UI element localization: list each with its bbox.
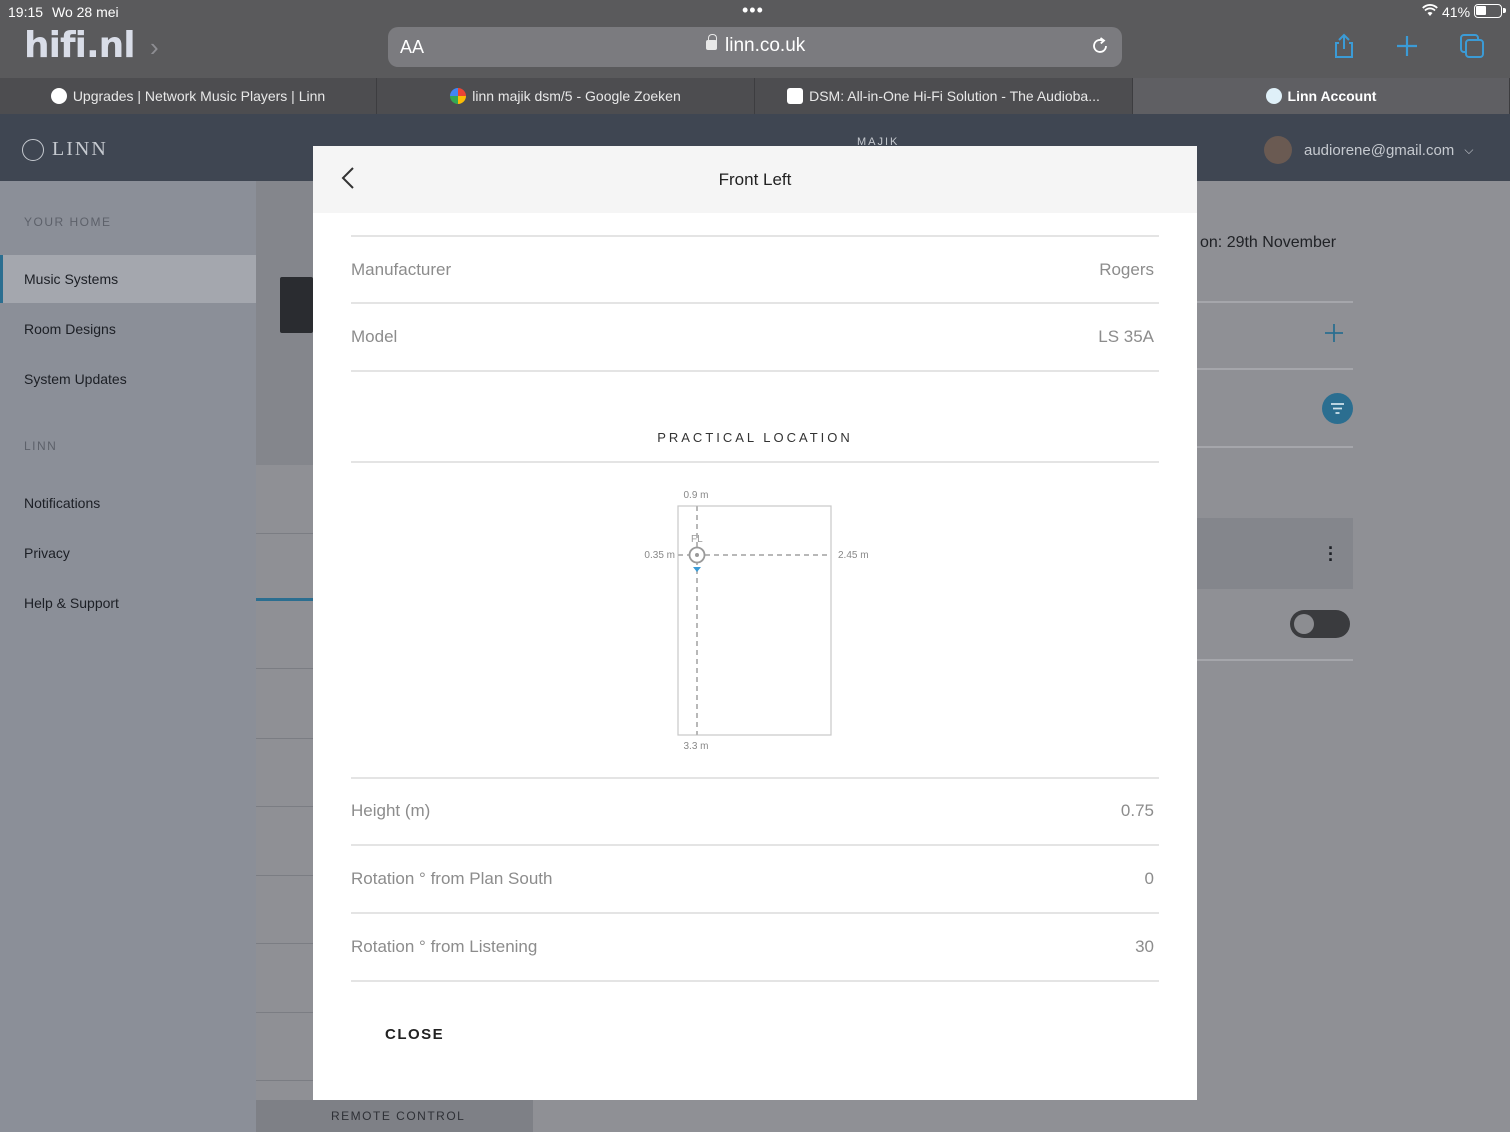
divider bbox=[351, 302, 1159, 304]
chevron-down-icon: ⌵ bbox=[1464, 142, 1474, 157]
reload-icon[interactable] bbox=[1090, 36, 1110, 56]
watermark-logo: hifi.nl bbox=[24, 25, 136, 66]
status-time: 19:15 bbox=[8, 4, 44, 20]
forward-chevron-icon[interactable]: › bbox=[150, 32, 159, 63]
rotation-listening-value[interactable]: 30 bbox=[1135, 937, 1154, 957]
divider bbox=[1197, 368, 1353, 370]
room-plan-diagram: FL 0.9 m 0.35 m 2.45 m 3.3 m bbox=[644, 490, 869, 752]
user-menu[interactable]: audiorene@gmail.com ⌵ bbox=[1264, 136, 1473, 164]
manufacturer-label: Manufacturer bbox=[351, 260, 452, 279]
browser-tab-audiobase[interactable]: DSM: All-in-One Hi-Fi Solution - The Aud… bbox=[755, 78, 1133, 114]
linn-mark-icon bbox=[22, 138, 44, 161]
sidebar-item-help-support[interactable]: Help & Support bbox=[0, 579, 256, 627]
battery-icon bbox=[1474, 4, 1506, 18]
browser-tab-linn-upgrades[interactable]: Upgrades | Network Music Players | Linn bbox=[0, 78, 377, 114]
divider bbox=[351, 980, 1159, 982]
tab-bar: Upgrades | Network Music Players | Linn … bbox=[0, 78, 1510, 114]
sidebar: YOUR HOME Music Systems Room Designs Sys… bbox=[0, 181, 256, 1132]
linn-logo-text: LINN bbox=[52, 138, 108, 160]
linn-logo[interactable]: LINN bbox=[22, 138, 108, 161]
avatar bbox=[1264, 136, 1292, 164]
divider bbox=[351, 844, 1159, 846]
linn-favicon-icon bbox=[1265, 88, 1282, 104]
filter-button[interactable] bbox=[1322, 393, 1353, 424]
tab-overview-icon[interactable] bbox=[1458, 32, 1486, 60]
active-tab-indicator bbox=[256, 598, 313, 601]
sidebar-section-home: YOUR HOME bbox=[24, 215, 112, 229]
rotation-plan-south-label: Rotation ° from Plan South bbox=[351, 869, 553, 888]
modal-title: Front Left bbox=[718, 170, 792, 189]
multitasking-dots-icon[interactable]: ••• bbox=[742, 0, 764, 21]
section-title-practical-location: PRACTICAL LOCATION bbox=[657, 430, 853, 445]
wifi-icon bbox=[1422, 4, 1438, 16]
browser-tab-google[interactable]: linn majik dsm/5 - Google Zoeken bbox=[377, 78, 755, 114]
divider bbox=[351, 461, 1159, 463]
add-icon[interactable] bbox=[1322, 321, 1346, 345]
sidebar-item-notifications[interactable]: Notifications bbox=[0, 479, 256, 527]
sidebar-item-music-systems[interactable]: Music Systems bbox=[0, 255, 256, 303]
toggle-switch[interactable] bbox=[1290, 610, 1350, 638]
bottom-distance-label: 3.3 m bbox=[683, 741, 708, 752]
user-email: audiorene@gmail.com bbox=[1304, 141, 1455, 159]
height-value[interactable]: 0.75 bbox=[1121, 801, 1154, 821]
sidebar-item-privacy[interactable]: Privacy bbox=[0, 529, 256, 577]
linn-favicon-icon bbox=[50, 88, 67, 104]
divider bbox=[1197, 446, 1353, 448]
tab-label: Linn Account bbox=[1287, 88, 1377, 104]
tab-label: linn majik dsm/5 - Google Zoeken bbox=[472, 88, 681, 104]
status-date: Wo 28 mei bbox=[52, 4, 119, 20]
audiobase-favicon-icon bbox=[787, 88, 804, 104]
height-label: Height (m) bbox=[351, 801, 431, 820]
divider bbox=[351, 777, 1159, 779]
text-size-button[interactable]: AA bbox=[400, 37, 424, 58]
speaker-detail-modal: Front Left Manufacturer Rogers Model LS … bbox=[313, 146, 1197, 1100]
google-favicon-icon bbox=[450, 88, 467, 104]
modal-header: Front Left bbox=[313, 146, 1197, 213]
divider bbox=[351, 912, 1159, 914]
more-options-icon[interactable]: · · · bbox=[1328, 539, 1334, 569]
share-icon[interactable] bbox=[1330, 32, 1358, 60]
rotation-listening-label: Rotation ° from Listening bbox=[351, 937, 538, 956]
right-distance-label: 2.45 m bbox=[838, 550, 869, 561]
tab-label: DSM: All-in-One Hi-Fi Solution - The Aud… bbox=[809, 88, 1100, 104]
remote-control-tab[interactable]: REMOTE CONTROL bbox=[313, 1100, 533, 1132]
divider bbox=[351, 235, 1159, 237]
close-button[interactable]: CLOSE bbox=[385, 1026, 444, 1043]
lock-icon bbox=[706, 34, 717, 50]
speaker-center-dot bbox=[695, 553, 699, 557]
sidebar-item-system-updates[interactable]: System Updates bbox=[0, 355, 256, 403]
left-distance-label: 0.35 m bbox=[644, 550, 675, 561]
tab-strip bbox=[256, 1100, 313, 1132]
divider bbox=[1197, 659, 1353, 661]
device-image bbox=[280, 277, 313, 333]
filter-icon bbox=[1331, 403, 1344, 414]
divider bbox=[1197, 301, 1353, 303]
browser-toolbar: hifi.nl › AA linn.co.uk bbox=[0, 24, 1510, 78]
speaker-label: FL bbox=[691, 534, 703, 545]
rotation-plan-south-value[interactable]: 0 bbox=[1145, 869, 1154, 889]
manufacturer-value: Rogers bbox=[1099, 260, 1154, 279]
new-tab-icon[interactable] bbox=[1393, 32, 1421, 60]
browser-tab-linn-account[interactable]: Linn Account bbox=[1133, 78, 1510, 114]
address-bar[interactable]: AA linn.co.uk bbox=[388, 27, 1122, 67]
model-value: LS 35A bbox=[1098, 327, 1154, 346]
battery-percent: 41% bbox=[1442, 4, 1471, 20]
divider bbox=[351, 370, 1159, 372]
update-date-text: on: 29th November bbox=[1200, 234, 1337, 251]
speaker-direction-arrow-icon bbox=[693, 567, 701, 572]
top-distance-label: 0.9 m bbox=[683, 490, 708, 501]
url-text: linn.co.uk bbox=[725, 35, 806, 56]
model-label: Model bbox=[351, 327, 398, 346]
sidebar-item-room-designs[interactable]: Room Designs bbox=[0, 305, 256, 353]
status-bar: 19:15 Wo 28 mei ••• 41% bbox=[0, 0, 1510, 24]
sidebar-section-linn: LINN bbox=[24, 439, 58, 453]
tab-label: Upgrades | Network Music Players | Linn bbox=[72, 88, 326, 104]
